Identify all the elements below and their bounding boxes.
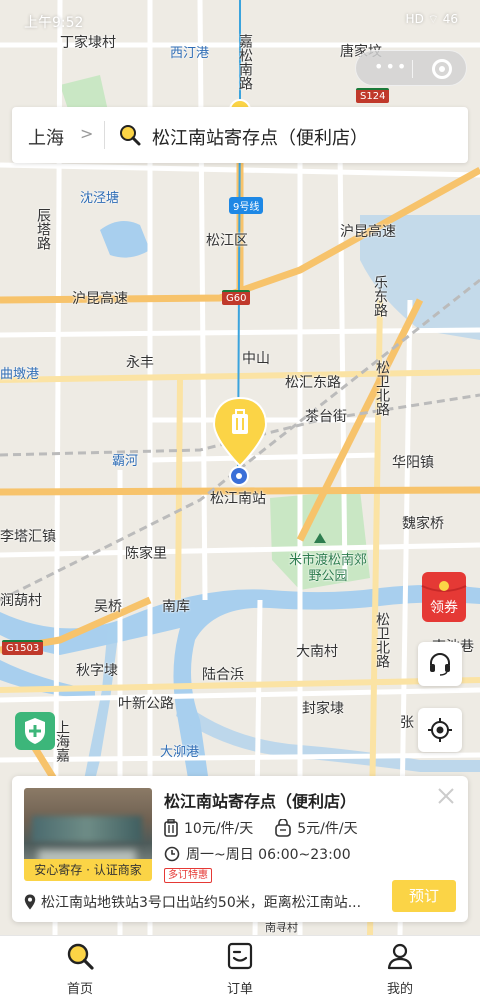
map-label: 吴桥: [94, 599, 122, 615]
map-label: 中山: [242, 351, 270, 367]
tab-orders[interactable]: 订单: [190, 936, 290, 999]
map-label: 嘉松南路: [237, 34, 253, 90]
headset-icon: [430, 653, 450, 676]
road-shield: S124: [356, 88, 390, 103]
road-shield: G1503: [2, 640, 44, 655]
map-label: 上海嘉: [54, 720, 70, 762]
metro-badge: 9号线: [229, 197, 264, 214]
price-small: 5元/件/天: [297, 821, 358, 837]
map-label: 沪昆高速: [340, 224, 396, 240]
map-label: 米市渡松南郊野公园: [288, 553, 367, 584]
more-icon[interactable]: •••: [374, 59, 408, 75]
small-bag-icon: [275, 819, 292, 837]
tab-label: 首页: [66, 982, 93, 997]
coupon-button[interactable]: 领券: [420, 568, 470, 624]
map-label: 陈家里: [125, 546, 167, 562]
search-bar[interactable]: 上海 > 松江南站寄存点（便利店）: [12, 107, 468, 163]
map-label: 李塔汇镇: [0, 529, 56, 545]
status-bar: 上午9:52 HD ⌔ 46: [0, 0, 480, 40]
hours-row: 周一~周日 06:00~23:00: [164, 844, 351, 864]
clock-icon: [164, 846, 180, 862]
map-label: 西汀港: [170, 46, 210, 61]
promo-tag: 多订特惠: [164, 868, 212, 883]
tab-bar: 首页 订单 我的: [0, 935, 480, 999]
map-label: 华阳镇: [392, 455, 434, 471]
tab-home[interactable]: 首页: [30, 936, 130, 999]
coupon-label: 领券: [430, 600, 458, 616]
map-label: 松汇东路: [285, 375, 341, 391]
status-icons: HD ⌔ 46: [405, 12, 458, 26]
city-selector[interactable]: 上海: [28, 124, 64, 150]
search-input[interactable]: 松江南站寄存点（便利店）: [152, 124, 368, 150]
chevron-right-icon: >: [80, 124, 94, 143]
map-label: 陆合浜: [202, 667, 244, 683]
map-label: 松卫北路: [374, 612, 390, 668]
location-pin-icon: [24, 894, 36, 910]
map-label: 松卫北路: [374, 360, 390, 416]
map-label: 沈泾塘: [80, 191, 120, 206]
map-label: 沪昆高速: [72, 291, 128, 307]
tab-profile[interactable]: 我的: [350, 936, 450, 999]
search-divider: [104, 121, 105, 149]
map-label: 张: [400, 715, 414, 731]
map-label: 大泖港: [160, 745, 200, 760]
safety-shield-button[interactable]: [15, 712, 55, 750]
road-shield: G60: [222, 290, 251, 305]
customer-service-button[interactable]: [418, 642, 462, 686]
close-icon[interactable]: [436, 786, 456, 806]
capsule-divider: [412, 60, 413, 78]
map-label: 大南村: [296, 644, 338, 660]
map-label: 松江区: [206, 233, 248, 249]
map-label: 松江南站: [210, 491, 266, 507]
search-icon: [67, 943, 94, 970]
close-miniprogram-icon[interactable]: [432, 59, 452, 79]
map-label: 南库: [162, 599, 190, 615]
map-label: 乐东路: [372, 275, 388, 317]
status-time: 上午9:52: [24, 15, 84, 31]
map-label: 魏家桥: [402, 516, 444, 532]
verified-badge: 安心寄存 · 认证商家: [24, 859, 152, 881]
miniprogram-capsule: •••: [355, 50, 467, 86]
profile-icon: [387, 943, 413, 970]
map-label: 叶新公路: [118, 696, 174, 712]
book-button[interactable]: 预订: [392, 880, 456, 912]
locate-icon: [428, 718, 452, 742]
map-label: 辰塔路: [35, 208, 51, 250]
search-icon: [120, 125, 141, 146]
map-label: 南寻村: [265, 921, 298, 934]
tab-label: 我的: [386, 982, 413, 997]
map-label: 曲墩港: [0, 367, 40, 382]
tab-label: 订单: [226, 982, 253, 997]
map-label: 秋字埭: [76, 663, 118, 679]
store-title: 松江南站寄存点（便利店）: [164, 792, 357, 811]
map-label: 霸河: [112, 454, 139, 469]
store-card[interactable]: 安心寄存 · 认证商家 松江南站寄存点（便利店） 10元/件/天 5元/件/天: [12, 776, 468, 922]
map-label: 茶台街: [305, 409, 347, 425]
opening-hours: 周一~周日 06:00~23:00: [186, 847, 351, 863]
price-large: 10元/件/天: [184, 821, 254, 837]
store-address: 松江南站地铁站3号口出站约50米，距离松江南站...: [41, 895, 362, 911]
locate-button[interactable]: [418, 708, 462, 752]
map-label: 润葫村: [0, 593, 42, 609]
price-row: 10元/件/天 5元/件/天: [164, 818, 380, 838]
large-luggage-icon: [164, 819, 178, 837]
order-icon: [227, 942, 253, 970]
map-label: 封家埭: [302, 701, 344, 717]
address-row: 松江南站地铁站3号口出站约50米，距离松江南站...: [24, 892, 374, 912]
map-label: 永丰: [126, 355, 154, 371]
